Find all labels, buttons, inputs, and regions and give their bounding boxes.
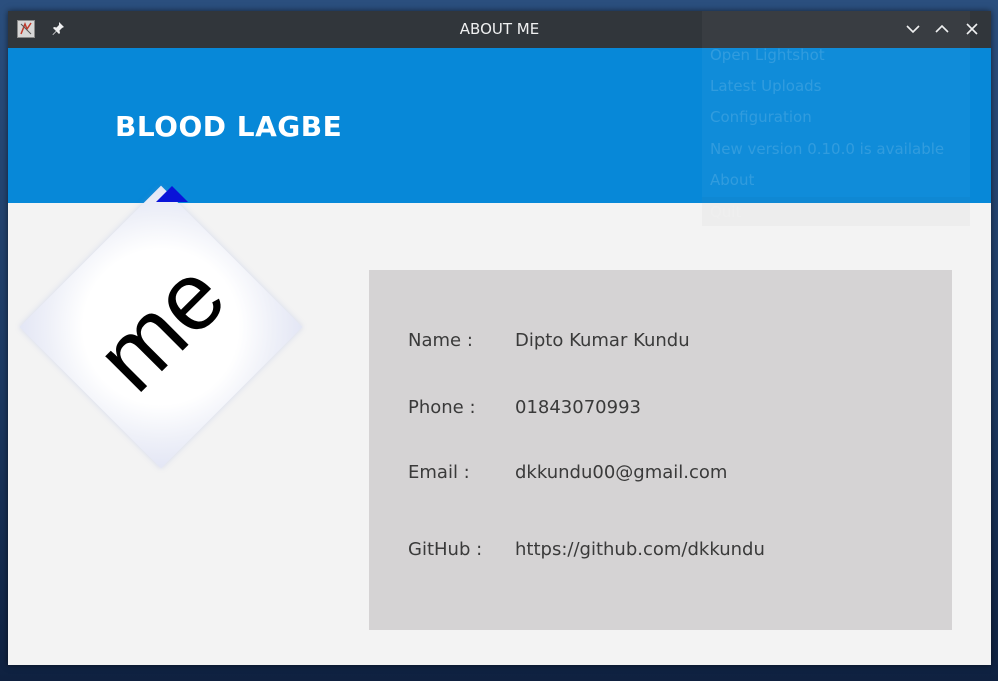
phone-label: Phone : [408,397,476,418]
tray-context-menu: Open Lightshot Latest Uploads Configurat… [702,11,970,226]
menu-item-open-lightshot[interactable]: Open Lightshot [710,46,825,64]
menu-item-latest-uploads[interactable]: Latest Uploads [710,77,822,95]
email-label: Email : [408,462,470,483]
app-icon-glyph [20,21,32,35]
menu-item-quit[interactable]: Quit [710,203,741,221]
profile-card: Name : Dipto Kumar Kundu Phone : 0184307… [369,270,952,630]
app-icon[interactable] [17,20,35,38]
email-value: dkkundu00@gmail.com [515,462,728,483]
menu-item-quit-highlight [702,197,970,226]
name-label: Name : [408,330,473,351]
github-label: GitHub : [408,539,483,560]
pin-icon[interactable] [50,20,66,36]
menu-item-new-version[interactable]: New version 0.10.0 is available [710,140,944,158]
phone-value: 01843070993 [515,397,641,418]
name-value: Dipto Kumar Kundu [515,330,690,351]
avatar: me [19,185,303,469]
menu-item-configuration[interactable]: Configuration [710,108,812,126]
github-value: https://github.com/dkkundu [515,539,765,560]
menu-item-about[interactable]: About [710,171,754,189]
